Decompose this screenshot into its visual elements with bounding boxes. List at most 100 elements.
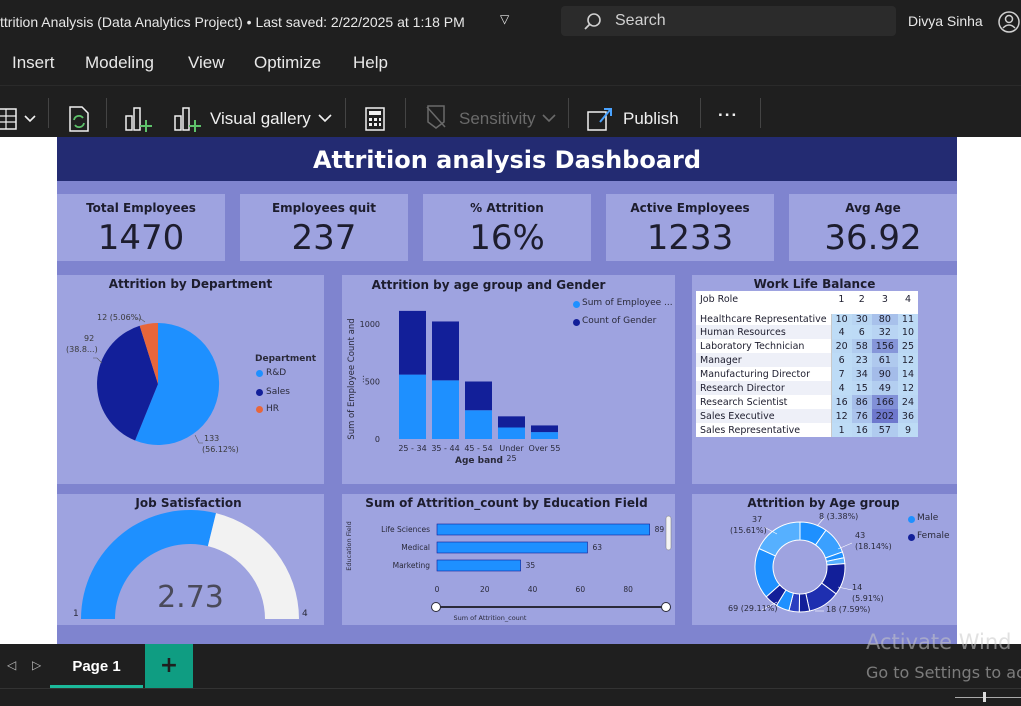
- chevron-down-icon[interactable]: ▽: [500, 12, 509, 26]
- matrix-cell[interactable]: 10: [831, 308, 852, 325]
- matrix-row-label[interactable]: Manufacturing Director: [696, 367, 832, 381]
- kpi-employees-quit[interactable]: Employees quit 237: [240, 194, 408, 261]
- publish-icon[interactable]: [586, 104, 614, 132]
- department-pie-chart[interactable]: [57, 275, 324, 484]
- menu-optimize[interactable]: Optimize: [254, 53, 321, 73]
- bar-employee-count[interactable]: [432, 380, 459, 439]
- legend-label-male[interactable]: Male: [917, 513, 938, 523]
- calculator-icon[interactable]: [364, 106, 386, 132]
- matrix-header[interactable]: 1: [831, 291, 852, 311]
- legend-label-sales[interactable]: Sales: [266, 387, 290, 397]
- education-bar[interactable]: [436, 523, 650, 536]
- matrix-row[interactable]: Manufacturing Director 7 34 90 14: [696, 367, 919, 381]
- matrix-cell[interactable]: 76: [851, 409, 872, 423]
- next-page-icon[interactable]: ▷: [32, 658, 41, 672]
- matrix-cell[interactable]: 16: [851, 423, 872, 437]
- visual-work-life-balance[interactable]: Work Life Balance Job Role 1 2 3 4 Healt…: [692, 275, 957, 484]
- matrix-row[interactable]: Healthcare Representative 10 30 80 11: [696, 308, 919, 325]
- chevron-down-icon[interactable]: [318, 113, 332, 123]
- matrix-row[interactable]: Research Director 4 15 49 12: [696, 381, 919, 395]
- matrix-row[interactable]: Manager 6 23 61 12: [696, 353, 919, 367]
- kpi-active-employees[interactable]: Active Employees 1233: [606, 194, 774, 261]
- bar-gender-count[interactable]: [399, 310, 426, 375]
- matrix-cell[interactable]: 9: [897, 423, 919, 437]
- table-icon[interactable]: [0, 106, 38, 132]
- matrix-cell[interactable]: 12: [897, 381, 919, 395]
- matrix-row-label[interactable]: Healthcare Representative: [696, 308, 832, 325]
- bar-employee-count[interactable]: [498, 427, 525, 440]
- matrix-row-label[interactable]: Manager: [696, 353, 832, 367]
- matrix-row-label[interactable]: Research Scientist: [696, 395, 832, 409]
- menu-insert[interactable]: Insert: [12, 53, 55, 73]
- matrix-header[interactable]: 2: [852, 291, 872, 311]
- matrix-row[interactable]: Human Resources 4 6 32 10: [696, 325, 919, 339]
- matrix-cell[interactable]: 20: [831, 339, 852, 353]
- user-avatar-icon[interactable]: [998, 10, 1020, 34]
- matrix-row-label[interactable]: Human Resources: [696, 325, 832, 339]
- matrix-cell[interactable]: 34: [851, 367, 872, 381]
- matrix-header[interactable]: 4: [898, 291, 918, 311]
- matrix-cell[interactable]: 32: [871, 325, 898, 339]
- menu-view[interactable]: View: [188, 53, 225, 73]
- matrix-row-label[interactable]: Laboratory Technician: [696, 339, 832, 353]
- education-bar-chart[interactable]: Life Sciences 89 Medical 63 Marketing 35 0 20 40…: [342, 494, 675, 625]
- matrix-cell[interactable]: 4: [831, 325, 852, 339]
- menu-help[interactable]: Help: [353, 53, 388, 73]
- matrix-cell[interactable]: 61: [871, 353, 898, 367]
- matrix-header[interactable]: 3: [872, 291, 898, 311]
- scrollbar-thumb[interactable]: [665, 515, 672, 551]
- matrix-cell[interactable]: 36: [897, 409, 919, 423]
- bar-employee-count[interactable]: [465, 410, 492, 439]
- zoom-slider-thumb[interactable]: [983, 692, 986, 702]
- matrix-cell[interactable]: 24: [897, 395, 919, 409]
- visual-education-field[interactable]: Sum of Attrition_count by Education Fiel…: [342, 494, 675, 625]
- education-bar[interactable]: [436, 559, 521, 572]
- matrix-cell[interactable]: 202: [871, 409, 898, 423]
- matrix-cell[interactable]: 1: [831, 423, 852, 437]
- education-bar[interactable]: [436, 541, 588, 554]
- bar-gender-count[interactable]: [498, 416, 525, 428]
- matrix-cell[interactable]: 6: [851, 325, 872, 339]
- matrix-cell[interactable]: 11: [897, 308, 919, 325]
- matrix-cell[interactable]: 30: [851, 308, 872, 325]
- visual-attrition-by-department[interactable]: Attrition by Department 12 (5.06%) 92 (3…: [57, 275, 324, 484]
- matrix-cell[interactable]: 86: [851, 395, 872, 409]
- matrix-cell[interactable]: 12: [897, 353, 919, 367]
- matrix-row[interactable]: Laboratory Technician 20 58 156 25: [696, 339, 919, 353]
- legend-label-hr[interactable]: HR: [266, 404, 279, 414]
- matrix-row-label[interactable]: Sales Representative: [696, 423, 832, 437]
- user-name[interactable]: Divya Sinha: [908, 13, 983, 29]
- menu-modeling[interactable]: Modeling: [85, 53, 154, 73]
- new-visual-icon[interactable]: [124, 104, 152, 134]
- matrix-cell[interactable]: 90: [871, 367, 898, 381]
- visual-gallery-button[interactable]: Visual gallery: [210, 109, 311, 129]
- bar-gender-count[interactable]: [531, 425, 558, 433]
- work-life-balance-matrix[interactable]: Job Role 1 2 3 4 Healthcare Representati…: [696, 291, 919, 437]
- matrix-row-label[interactable]: Research Director: [696, 381, 832, 395]
- kpi-avg-age[interactable]: Avg Age 36.92: [789, 194, 957, 261]
- matrix-row-label[interactable]: Sales Executive: [696, 409, 832, 423]
- matrix-cell[interactable]: 57: [871, 423, 898, 437]
- matrix-cell[interactable]: 166: [871, 395, 898, 409]
- matrix-cell[interactable]: 12: [831, 409, 852, 423]
- matrix-cell[interactable]: 4: [831, 381, 852, 395]
- legend-label-female[interactable]: Female: [917, 531, 950, 541]
- legend-label-rd[interactable]: R&D: [266, 368, 286, 378]
- bar-employee-count[interactable]: [531, 432, 558, 439]
- matrix-cell[interactable]: 15: [851, 381, 872, 395]
- visual-gallery-icon[interactable]: [173, 104, 201, 134]
- kpi-total-employees[interactable]: Total Employees 1470: [57, 194, 225, 261]
- range-slider-handle[interactable]: [661, 602, 671, 612]
- publish-button[interactable]: Publish: [623, 109, 679, 129]
- matrix-cell[interactable]: 16: [831, 395, 852, 409]
- kpi-attrition-percent[interactable]: % Attrition 16%: [423, 194, 591, 261]
- matrix-cell[interactable]: 23: [851, 353, 872, 367]
- zoom-slider[interactable]: [955, 697, 1021, 698]
- matrix-cell[interactable]: 49: [871, 381, 898, 395]
- search-box[interactable]: Search: [561, 6, 896, 36]
- matrix-header[interactable]: Job Role: [696, 291, 831, 311]
- prev-page-icon[interactable]: ◁: [7, 658, 16, 672]
- add-page-button[interactable]: +: [145, 644, 193, 688]
- matrix-cell[interactable]: 10: [897, 325, 919, 339]
- matrix-cell[interactable]: 156: [871, 339, 898, 353]
